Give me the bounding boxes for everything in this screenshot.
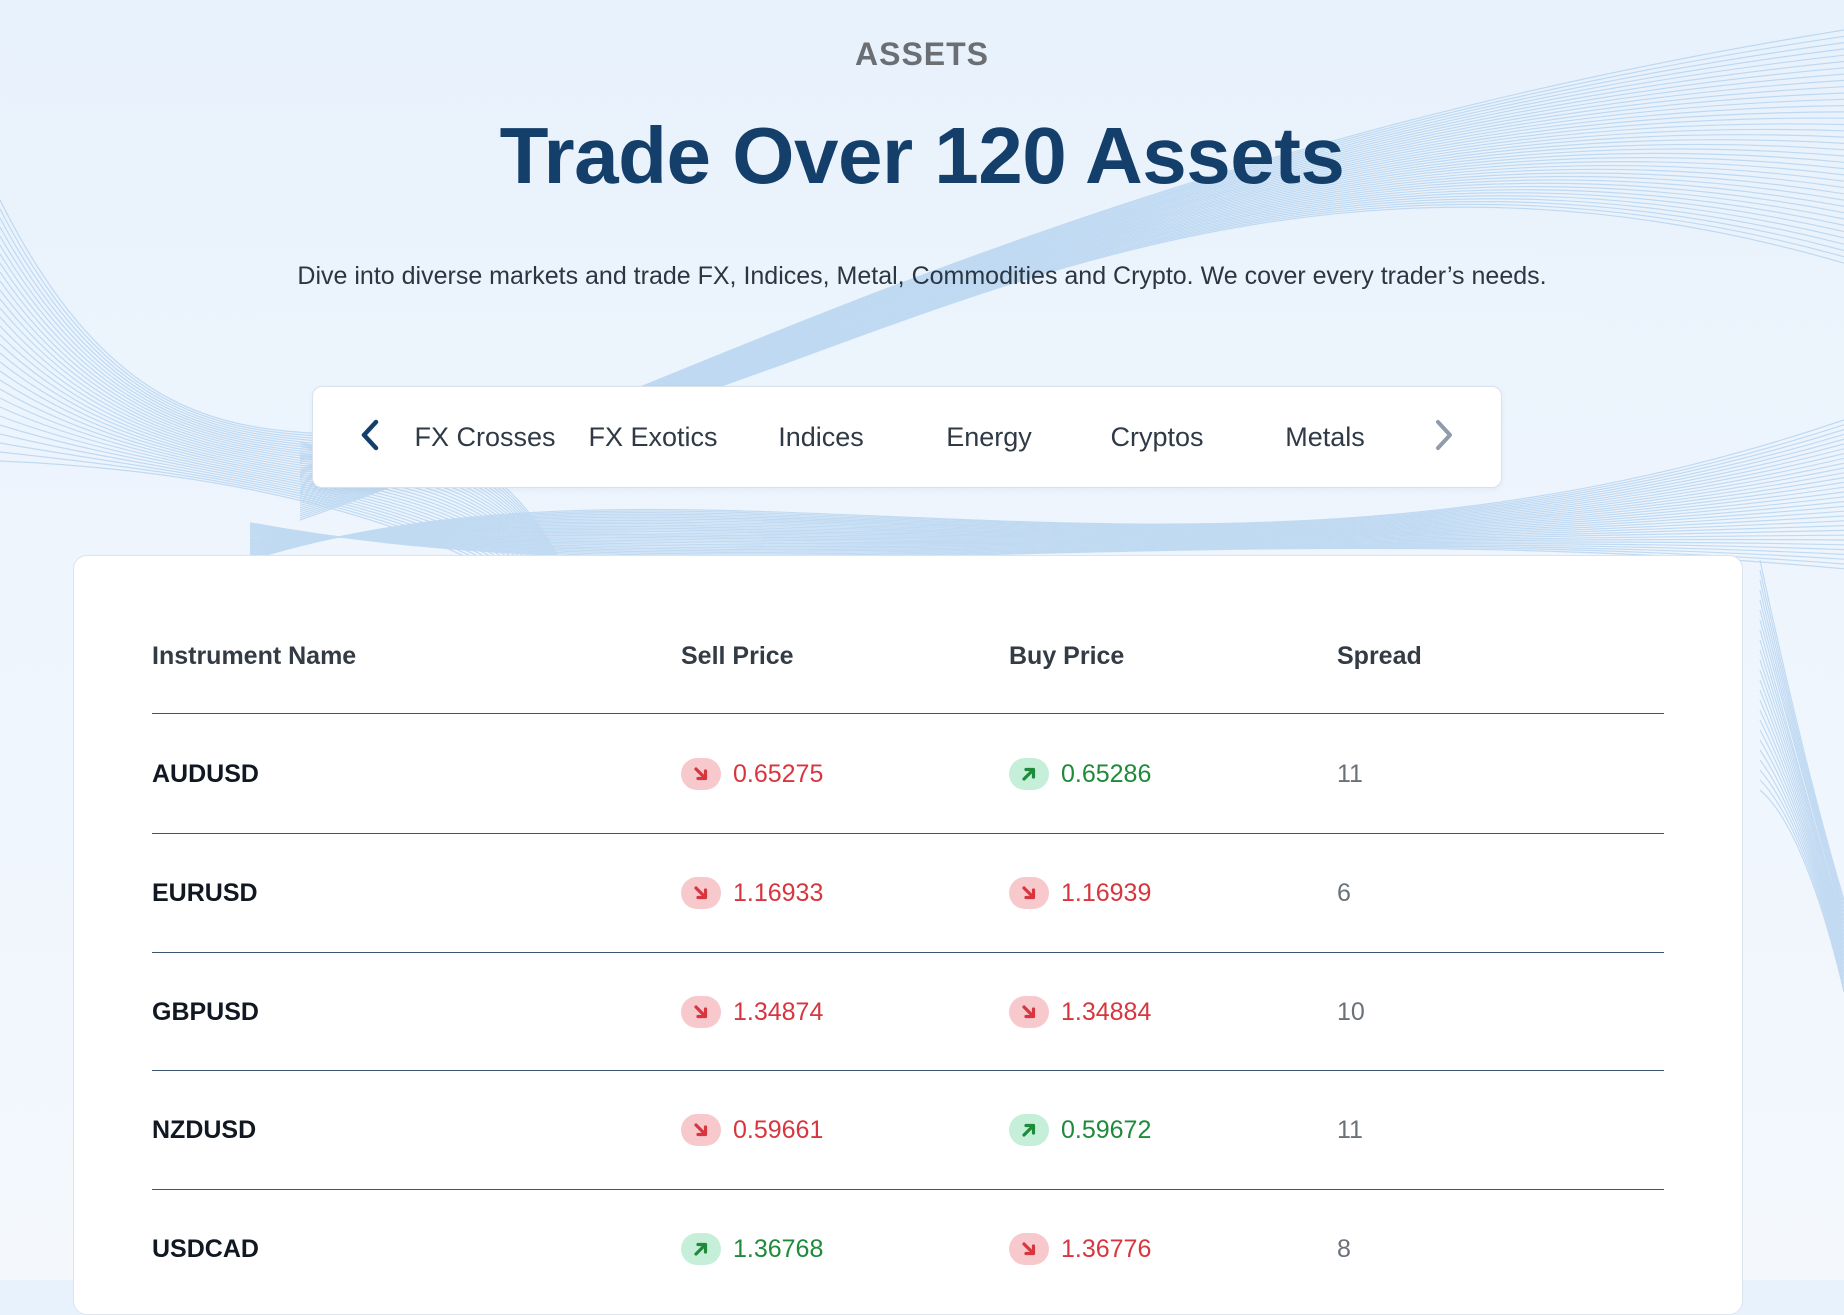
trend-arrow-icon (1009, 996, 1049, 1028)
tab-metals[interactable]: Metals (1241, 422, 1409, 453)
asset-price-table: Instrument Name Sell Price Buy Price Spr… (73, 555, 1743, 1315)
instrument-name: USDCAD (152, 1234, 259, 1263)
spread-value: 8 (1337, 1234, 1351, 1263)
sell-price-cell: 1.36768 (681, 1190, 823, 1308)
buy-price-cell: 1.34884 (1009, 953, 1151, 1071)
spread-value: 6 (1337, 878, 1351, 907)
buy-price-cell: 1.36776 (1009, 1190, 1151, 1308)
table-divider (152, 713, 1664, 714)
tabs-prev-button[interactable] (341, 407, 401, 467)
column-header-buy-price: Buy Price (1009, 642, 1125, 670)
sell-price: 1.36768 (733, 1234, 824, 1263)
page-subtitle: Dive into diverse markets and trade FX, … (297, 262, 1547, 290)
table-row: NZDUSD 0.59661 0.59672 11 (152, 1071, 1664, 1189)
trend-arrow-icon (1009, 758, 1049, 790)
sell-price: 1.34874 (733, 997, 824, 1026)
instrument-name: EURUSD (152, 878, 258, 907)
sell-price: 1.16933 (733, 878, 824, 907)
column-header-instrument: Instrument Name (152, 642, 357, 670)
buy-price: 0.59672 (1061, 1115, 1152, 1144)
instrument-name: AUDUSD (152, 759, 259, 788)
tab-energy[interactable]: Energy (905, 422, 1073, 453)
table-row: EURUSD 1.16933 1.16939 6 (152, 834, 1664, 952)
sell-price-cell: 1.34874 (681, 953, 823, 1071)
spread-value: 11 (1337, 759, 1363, 788)
trend-arrow-icon (1009, 1233, 1049, 1265)
buy-price: 1.34884 (1061, 997, 1152, 1026)
buy-price: 0.65286 (1061, 759, 1152, 788)
sell-price-cell: 1.16933 (681, 834, 823, 952)
sell-price-cell: 0.59661 (681, 1071, 823, 1189)
buy-price-cell: 0.65286 (1009, 715, 1151, 833)
trend-arrow-icon (681, 1233, 721, 1265)
spread-value: 10 (1337, 997, 1365, 1026)
sell-price: 0.59661 (733, 1115, 824, 1144)
table-row: GBPUSD 1.34874 1.34884 10 (152, 953, 1664, 1071)
buy-price: 1.36776 (1061, 1234, 1152, 1263)
tab-list: FX Crosses FX Exotics Indices Energy Cry… (401, 387, 1409, 487)
trend-arrow-icon (1009, 1114, 1049, 1146)
trend-arrow-icon (681, 877, 721, 909)
chevron-right-icon (1430, 418, 1456, 457)
tab-fx-exotics[interactable]: FX Exotics (569, 422, 737, 453)
sell-price-cell: 0.65275 (681, 715, 823, 833)
table-header: Instrument Name Sell Price Buy Price Spr… (152, 642, 1664, 682)
instrument-name: NZDUSD (152, 1115, 257, 1144)
tab-fx-crosses[interactable]: FX Crosses (401, 422, 569, 453)
table-row: USDCAD 1.36768 1.36776 8 (152, 1190, 1664, 1308)
column-header-spread: Spread (1337, 642, 1422, 670)
trend-arrow-icon (681, 1114, 721, 1146)
spread-value: 11 (1337, 1115, 1363, 1144)
instrument-name: GBPUSD (152, 997, 259, 1026)
trend-arrow-icon (681, 758, 721, 790)
section-eyebrow: ASSETS (854, 36, 990, 72)
tab-cryptos[interactable]: Cryptos (1073, 422, 1241, 453)
tabs-next-button[interactable] (1413, 407, 1473, 467)
buy-price-cell: 1.16939 (1009, 834, 1151, 952)
trend-arrow-icon (681, 996, 721, 1028)
buy-price: 1.16939 (1061, 878, 1152, 907)
tab-indices[interactable]: Indices (737, 422, 905, 453)
sell-price: 0.65275 (733, 759, 824, 788)
page-title: Trade Over 120 Assets (499, 111, 1345, 200)
asset-category-tabs: FX Crosses FX Exotics Indices Energy Cry… (312, 386, 1502, 488)
trend-arrow-icon (1009, 877, 1049, 909)
chevron-left-icon (358, 418, 384, 457)
buy-price-cell: 0.59672 (1009, 1071, 1151, 1189)
table-row: AUDUSD 0.65275 0.65286 11 (152, 715, 1664, 833)
column-header-sell-price: Sell Price (681, 642, 794, 670)
